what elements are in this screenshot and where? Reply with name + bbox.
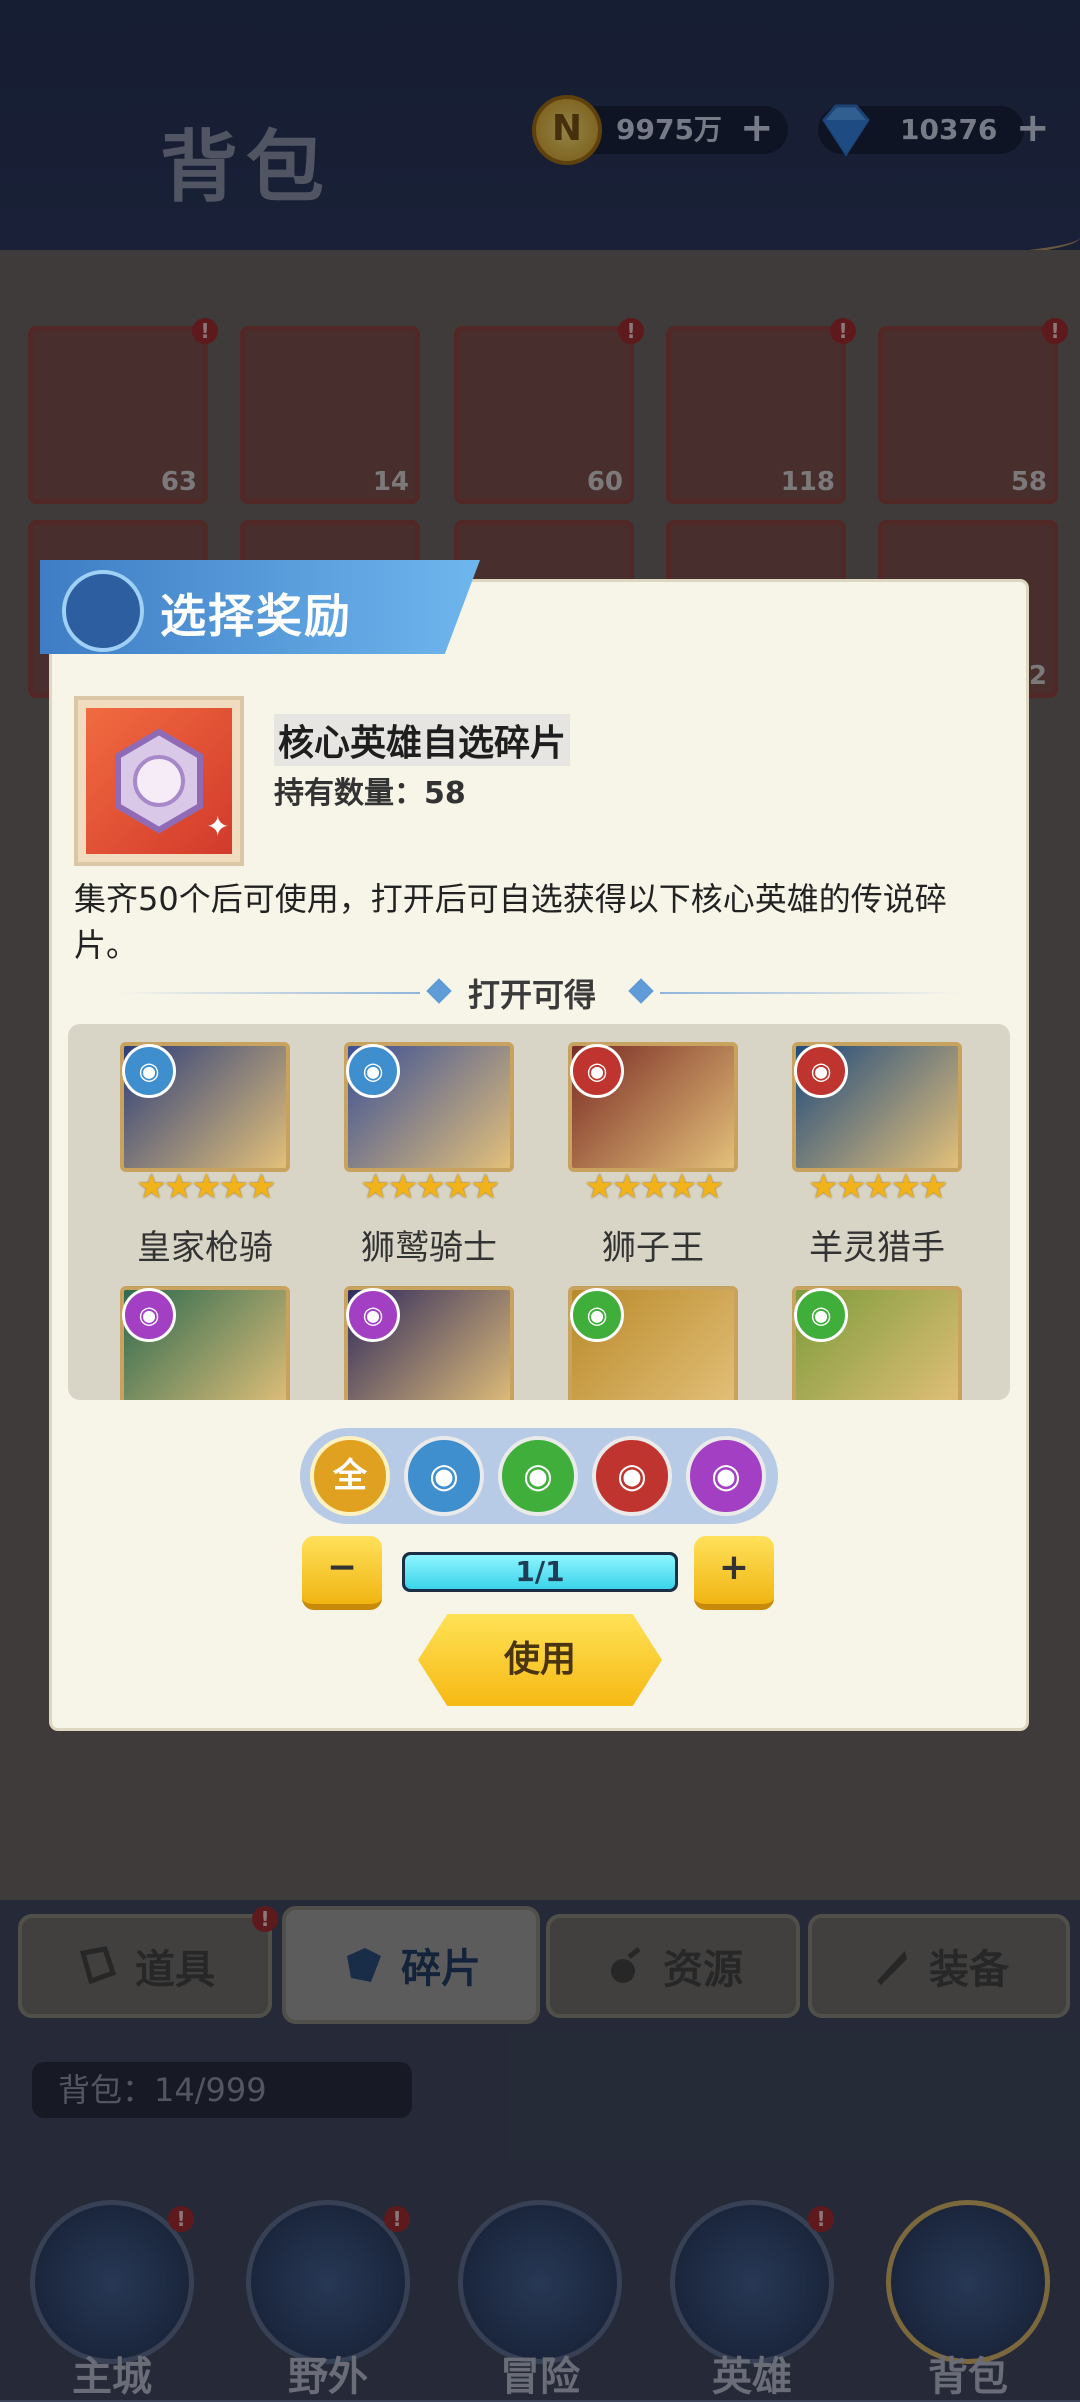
divider-left — [120, 992, 420, 994]
hero-list[interactable]: ◉ ★★★★★ 皇家枪骑 ◉ ★★★★★ 狮鹫骑士 ◉ ★★★★★ 狮子王 ◉ ★★★★★ 羊灵猎手 ◉… — [68, 1024, 1010, 1400]
filter-demon-icon[interactable]: ◉ — [592, 1436, 672, 1516]
shadow-faction-icon: ◉ — [122, 1288, 176, 1342]
quantity-progress[interactable]: 1/1 — [402, 1552, 678, 1592]
demon-faction-icon: ◉ — [794, 1044, 848, 1098]
filter-armor-icon[interactable]: ◉ — [404, 1436, 484, 1516]
fragment-item-image: ✦ — [86, 708, 232, 854]
hero-name: 狮子王 — [602, 1228, 704, 1268]
hero-stars: ★★★★★ — [584, 1167, 724, 1207]
hero-name: 皇家枪骑 — [137, 1228, 273, 1268]
modal-title: 选择奖励 — [160, 589, 352, 643]
nature-faction-icon: ◉ — [570, 1288, 624, 1342]
svg-text:✦: ✦ — [206, 810, 229, 843]
increase-button[interactable]: + — [694, 1536, 774, 1610]
filter-all-button[interactable]: 全 — [310, 1436, 390, 1516]
nature-faction-icon: ◉ — [794, 1288, 848, 1342]
section-title: 打开可得 — [468, 976, 597, 1014]
hero-stars: ★★★★★ — [360, 1167, 500, 1207]
filter-shadow-icon[interactable]: ◉ — [686, 1436, 766, 1516]
hexagon-gem-icon: ✦ — [115, 728, 229, 843]
demon-faction-icon: ◉ — [570, 1044, 624, 1098]
item-owned-count: 持有数量：58 — [274, 776, 466, 811]
hero-name: 羊灵猎手 — [809, 1228, 945, 1268]
armor-faction-icon: ◉ — [346, 1044, 400, 1098]
hero-name: 狮鹫骑士 — [361, 1228, 497, 1268]
hero-stars: ★★★★★ — [808, 1167, 948, 1207]
item-description: 集齐50个后可使用，打开后可自选获得以下核心英雄的传说碎片。 — [74, 880, 947, 964]
item-name: 核心英雄自选碎片 — [274, 714, 571, 766]
hero-stars: ★★★★★ — [136, 1167, 276, 1207]
shadow-faction-icon: ◉ — [346, 1288, 400, 1342]
scroll-icon — [62, 570, 144, 652]
armor-faction-icon: ◉ — [122, 1044, 176, 1098]
quantity-text: 1/1 — [515, 1555, 565, 1588]
decrease-button[interactable]: − — [302, 1536, 382, 1610]
use-button[interactable]: 使用 — [418, 1614, 662, 1706]
fragment-item-icon: ✦ — [74, 696, 244, 866]
divider-right — [660, 992, 960, 994]
filter-nature-icon[interactable]: ◉ — [498, 1436, 578, 1516]
